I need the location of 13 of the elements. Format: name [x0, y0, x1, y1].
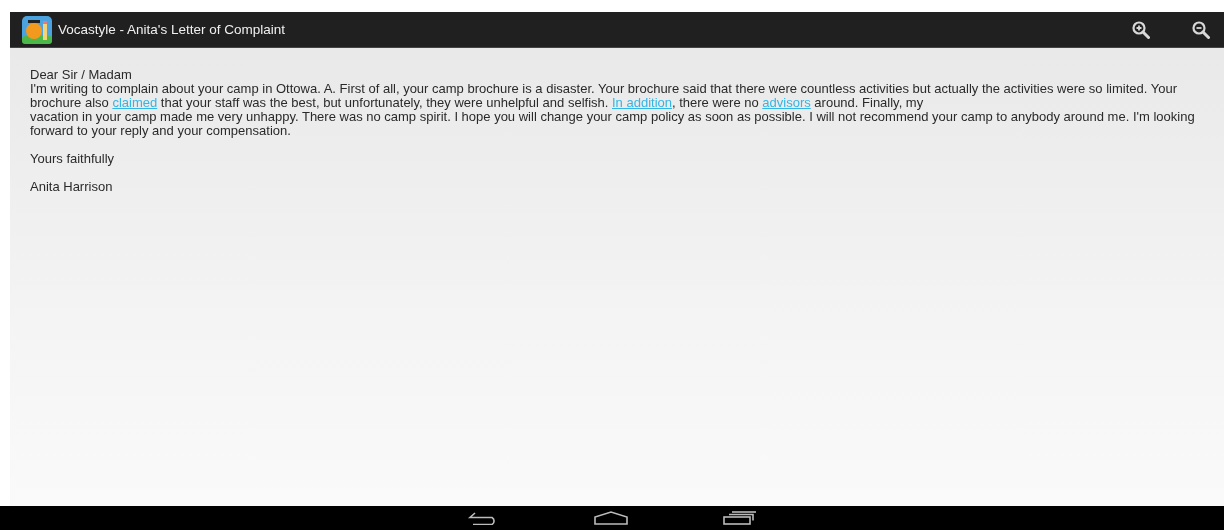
signature: Anita Harrison — [30, 180, 114, 194]
salutation: Dear Sir / Madam — [30, 68, 133, 82]
word-link[interactable]: claimed — [112, 95, 158, 110]
recents-icon[interactable] — [723, 511, 757, 525]
letter-paragraph: I'm writing to complain about your camp in Ottowa. A. First of all, your camp brochure is a disaster. Your brochure said that there were countless activities but actually the activities were so limited. Your brochure also claimed that your staff was the best, but unfortunately, they were unhelpful and selfish. In addition, there were no advisors around. Finally, my vacation in your camp made me very unhappy. There was no camp spirit. I hope you will change your camp policy as soon as possible. I will not recommend your camp to anybody around me. I'm looking forward to your reply and your compensation. — [30, 82, 1196, 138]
zoom-in-icon[interactable] — [1132, 20, 1150, 39]
word-link[interactable]: advisors — [762, 95, 811, 110]
zoom-out-icon[interactable] — [1192, 20, 1210, 39]
window-title: Vocastyle - Anita's Letter of Complaint — [58, 22, 285, 37]
closing: Yours faithfully — [30, 152, 116, 166]
word-link[interactable]: In addition — [612, 95, 672, 110]
app-icon[interactable] — [22, 15, 52, 44]
home-icon[interactable] — [594, 511, 628, 525]
